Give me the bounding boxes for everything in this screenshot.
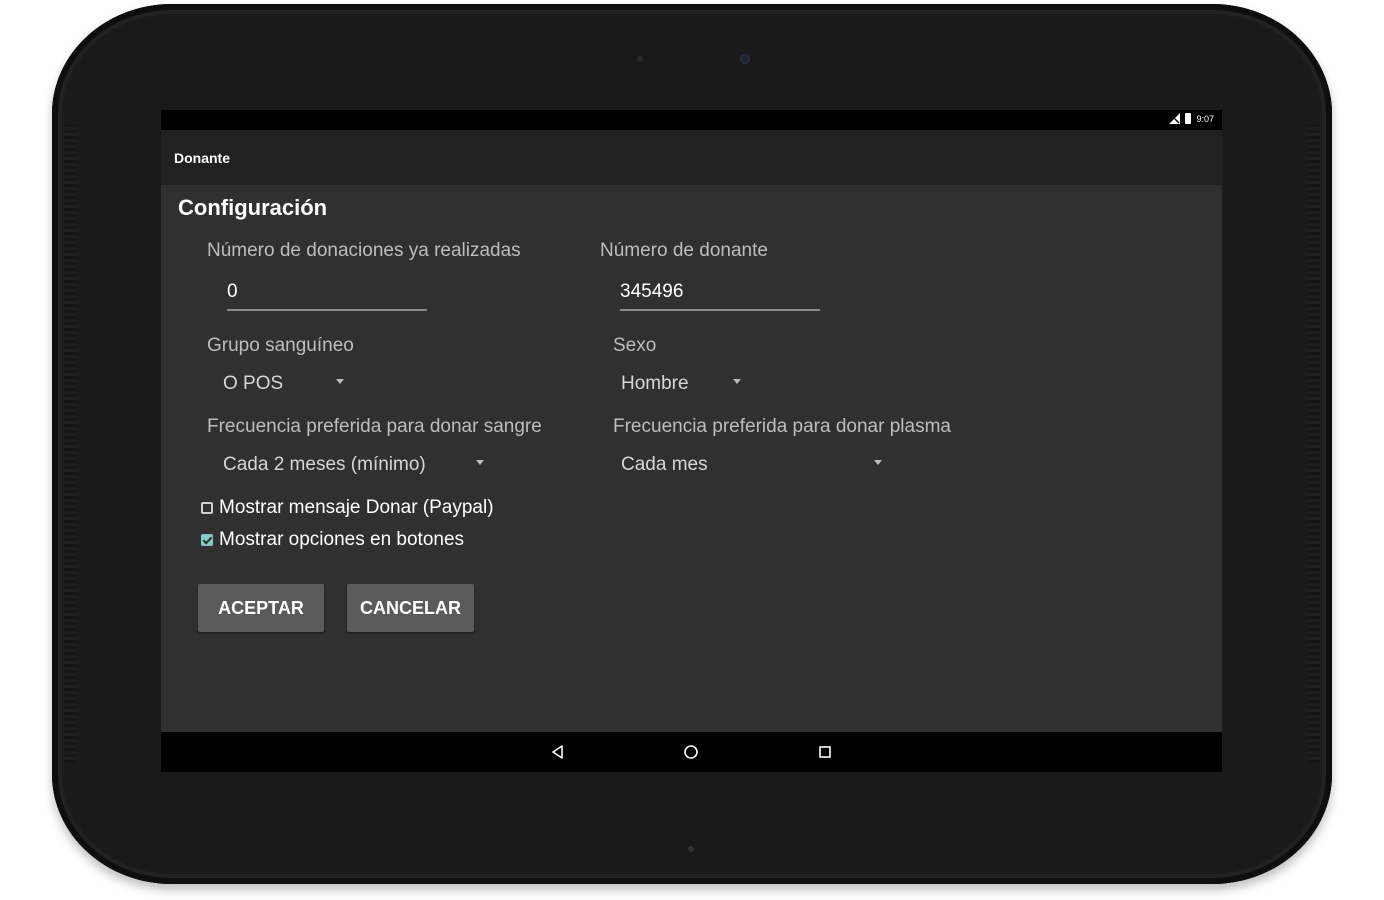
blood-group-spinner[interactable]: O POS — [223, 369, 348, 399]
recents-icon — [819, 746, 831, 758]
action-bar: Donante — [161, 130, 1222, 185]
donor-number-input[interactable]: 345496 — [620, 277, 820, 311]
plasma-frequency-label: Frecuencia preferida para donar plasma — [613, 416, 951, 437]
button-options-checkbox[interactable] — [201, 534, 213, 546]
settings-dialog: Configuración Número de donaciones ya re… — [161, 185, 1222, 732]
front-camera — [740, 54, 750, 64]
speaker-grille-left — [64, 124, 78, 764]
plasma-frequency-spinner[interactable]: Cada mes — [621, 450, 891, 480]
notification-led — [688, 846, 694, 852]
donations-count-label: Número de donaciones ya realizadas — [207, 240, 521, 261]
navigation-bar — [161, 732, 1222, 772]
back-button[interactable] — [548, 742, 568, 762]
accept-button[interactable]: ACEPTAR — [198, 584, 324, 632]
sex-spinner[interactable]: Hombre — [621, 369, 746, 399]
status-bar: 9:07 — [161, 110, 1222, 130]
device-screen: 9:07 Donante Configuración Número de don… — [161, 110, 1222, 772]
blood-frequency-label: Frecuencia preferida para donar sangre — [207, 416, 542, 437]
show-donate-message-option[interactable]: Mostrar mensaje Donar (Paypal) — [201, 497, 494, 519]
blood-group-value: O POS — [223, 373, 284, 394]
donate-message-label: Mostrar mensaje Donar (Paypal) — [219, 497, 494, 518]
dropdown-arrow-icon — [733, 379, 741, 384]
app-title: Donante — [174, 150, 230, 166]
donations-count-input[interactable]: 0 — [227, 277, 427, 311]
home-icon — [684, 745, 698, 759]
speaker-grille-right — [1306, 124, 1320, 764]
back-icon — [552, 745, 563, 759]
home-button[interactable] — [681, 742, 701, 762]
blood-group-label: Grupo sanguíneo — [207, 335, 354, 356]
sex-label: Sexo — [613, 335, 657, 356]
button-options-label: Mostrar opciones en botones — [219, 529, 465, 550]
cancel-button[interactable]: CANCELAR — [347, 584, 474, 632]
plasma-frequency-value: Cada mes — [621, 454, 708, 475]
blood-frequency-value: Cada 2 meses (mínimo) — [223, 454, 426, 475]
signal-icon — [1169, 113, 1181, 124]
status-time: 9:07 — [1196, 113, 1214, 124]
donor-number-label: Número de donante — [600, 240, 768, 261]
sex-value: Hombre — [621, 373, 689, 394]
dropdown-arrow-icon — [476, 460, 484, 465]
battery-icon — [1185, 113, 1192, 124]
light-sensor — [637, 56, 643, 62]
donate-message-checkbox[interactable] — [201, 502, 213, 514]
blood-frequency-spinner[interactable]: Cada 2 meses (mínimo) — [223, 450, 493, 480]
show-button-options-option[interactable]: Mostrar opciones en botones — [201, 529, 464, 551]
section-title: Configuración — [178, 195, 328, 220]
dropdown-arrow-icon — [336, 379, 344, 384]
recents-button[interactable] — [815, 742, 835, 762]
dropdown-arrow-icon — [874, 460, 882, 465]
